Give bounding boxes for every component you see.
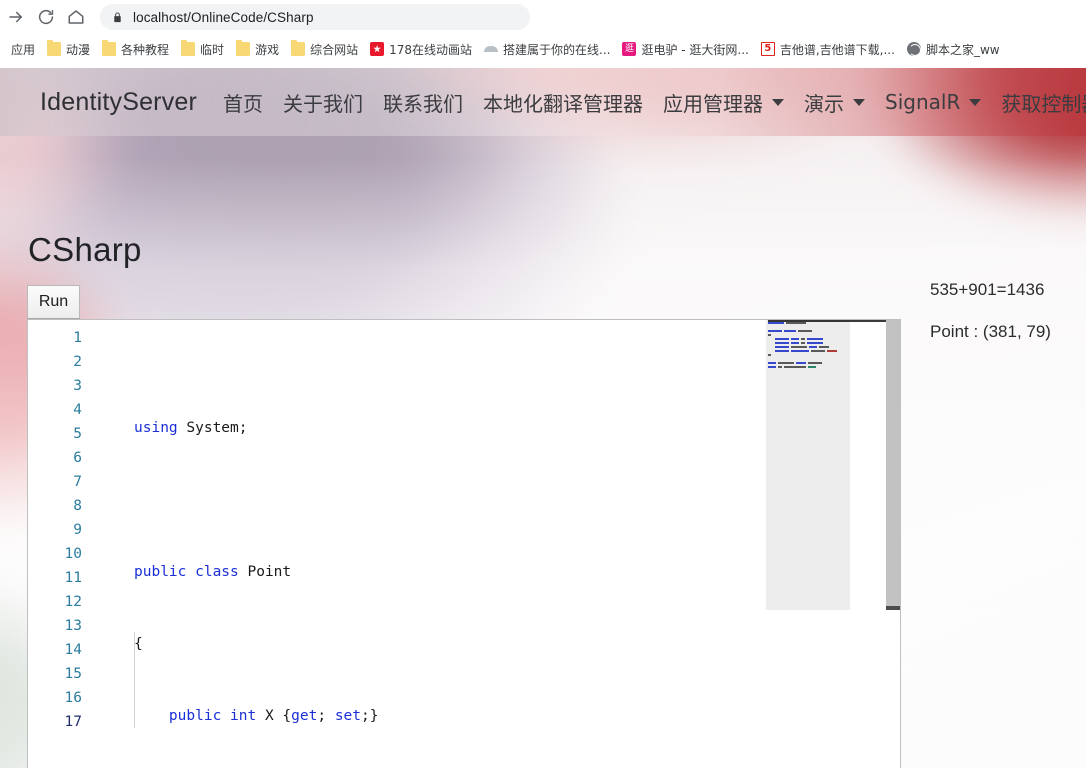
browser-toolbar: localhost/OnlineCode/CSharp [0,0,1086,34]
bookmark-item[interactable]: 综合网站 [285,37,364,61]
lock-icon [112,11,123,24]
code-line: { [134,636,143,652]
bookmark-item[interactable]: 5 吉他谱,吉他谱下载,... [755,37,901,61]
folder-icon [102,40,117,56]
guangdianlv-icon: 逛 [622,42,637,56]
nav-item-signalr[interactable]: SignalR [885,90,982,114]
nav-item-label: SignalR [885,90,961,114]
nav-item-home[interactable]: 首页 [223,88,263,117]
line-number: 13 [64,618,82,634]
line-number: 10 [64,546,82,562]
web-page: IdentityServer 首页 关于我们 联系我们 本地化翻译管理器 应用管… [0,68,1086,768]
line-number: 8 [73,498,82,514]
line-number: 15 [64,666,82,682]
bookmark-label: 脚本之家_ww [925,42,1000,57]
folder-icon [47,40,62,56]
site-navbar: IdentityServer 首页 关于我们 联系我们 本地化翻译管理器 应用管… [0,68,1086,136]
bookmark-label: 各种教程 [121,42,170,57]
folder-icon [236,40,251,56]
code-line: using System; [134,420,248,436]
folder-icon [291,40,306,56]
nav-item-label: 本地化翻译管理器 [483,91,644,116]
line-number: 7 [73,474,82,490]
nav-item-contact[interactable]: 联系我们 [383,88,463,117]
nav-item-about[interactable]: 关于我们 [283,88,363,117]
browser-chrome: localhost/OnlineCode/CSharp 应用 动漫 各种教程 临… [0,0,1086,68]
bookmark-label: 逛电驴 - 逛大街网... [641,42,749,57]
chevron-down-icon [772,98,785,106]
line-number: 9 [73,522,82,538]
nav-item-label: 联系我们 [383,91,464,116]
bookmark-label: 综合网站 [310,42,359,57]
home-icon[interactable] [62,3,90,31]
nav-item-label: 获取控制器 [1001,91,1086,116]
editor-scrollbar-track[interactable] [886,320,900,768]
jitapu-icon: 5 [760,42,775,56]
code-line: public class Point [134,564,292,580]
site-178-icon [370,42,385,56]
nav-item-label: 演示 [804,91,845,116]
bookmark-label: 游戏 [255,42,280,57]
bookmarks-bar: 应用 动漫 各种教程 临时 游戏 综合网站 178在线动画站 搭建属于你的在线.… [0,34,1086,64]
build-site-icon [484,42,498,56]
site-brand[interactable]: IdentityServer [40,88,197,117]
nav-item-label: 应用管理器 [663,91,764,116]
nav-item-localization-manager[interactable]: 本地化翻译管理器 [483,88,643,117]
jbzj-icon [906,42,921,56]
folder-icon [181,40,196,56]
code-editor[interactable]: 1 2 3 4 5 6 7 8 9 10 11 12 13 14 15 16 1… [27,319,901,768]
chevron-down-icon [853,98,866,106]
nav-item-label: 关于我们 [283,91,364,116]
chevron-down-icon [969,98,982,106]
reload-icon[interactable] [32,3,60,31]
bookmark-label: 动漫 [66,42,91,57]
line-number: 5 [73,426,82,442]
line-number: 14 [64,642,82,658]
bookmark-label: 应用 [11,42,36,57]
forward-arrow-icon[interactable] [2,3,30,31]
nav-item-app-manager[interactable]: 应用管理器 [663,88,785,117]
bookmark-label: 搭建属于你的在线... [503,42,611,57]
editor-code-area[interactable]: using System; public class Point { publi… [90,320,830,768]
line-number: 11 [64,570,82,586]
address-bar-url: localhost/OnlineCode/CSharp [133,9,314,25]
bookmark-item[interactable]: 各种教程 [96,37,175,61]
bookmark-item[interactable]: 搭建属于你的在线... [478,37,616,61]
bookmark-item[interactable]: 逛 逛电驴 - 逛大街网... [616,37,754,61]
nav-item-get-controller[interactable]: 获取控制器 [1001,88,1086,117]
line-number: 2 [73,354,82,370]
bookmark-apps[interactable]: 应用 [0,37,41,61]
line-number: 3 [73,378,82,394]
page-title: CSharp [28,231,142,268]
line-number: 12 [64,594,82,610]
bookmark-label: 吉他谱,吉他谱下载,... [779,42,895,57]
line-number: 1 [73,330,82,346]
line-number: 16 [64,690,82,706]
bookmark-item[interactable]: 临时 [175,37,230,61]
line-number: 4 [73,402,82,418]
bookmark-item[interactable]: 脚本之家_ww [901,37,1006,61]
nav-item-label: 首页 [223,91,264,116]
nav-item-demo[interactable]: 演示 [804,88,866,117]
output-line: 535+901=1436 [930,280,1045,299]
bookmark-item[interactable]: 游戏 [230,37,285,61]
code-line: public int X {get; set;} [168,708,379,724]
bookmark-item[interactable]: 178在线动画站 [364,37,478,61]
run-button[interactable]: Run [27,285,80,319]
line-number-active: 17 [64,714,82,730]
bookmark-label: 178在线动画站 [389,42,472,57]
output-panel: 535+901=1436 Point : (381, 79) [930,280,1080,364]
editor-gutter: 1 2 3 4 5 6 7 8 9 10 11 12 13 14 15 16 1… [28,320,90,768]
address-bar[interactable]: localhost/OnlineCode/CSharp [100,4,530,30]
bookmark-item[interactable]: 动漫 [41,37,96,61]
minimap-viewport-slider[interactable] [766,320,850,610]
output-line: Point : (381, 79) [930,322,1051,341]
bookmark-label: 临时 [200,42,225,57]
line-number: 6 [73,450,82,466]
editor-scrollbar-thumb[interactable] [886,320,900,610]
